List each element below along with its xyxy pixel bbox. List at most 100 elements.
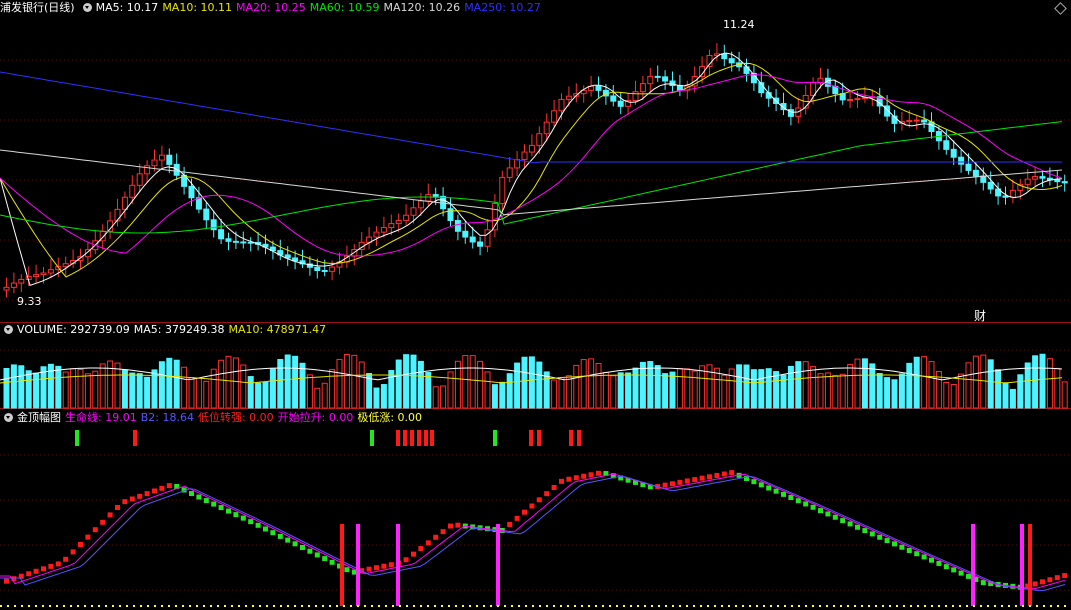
indicator-column: [544, 491, 550, 497]
indicator-column: [847, 521, 853, 527]
volume-bar: [765, 368, 772, 409]
candle-body: [499, 176, 506, 205]
indicator-column: [670, 481, 675, 487]
candle-body: [144, 165, 151, 175]
volume-bar: [684, 368, 691, 409]
indicator-column: [781, 491, 786, 497]
candle-body: [1024, 178, 1031, 185]
volume-bar: [995, 369, 1002, 409]
indicator-column: [855, 524, 860, 530]
candle-body: [380, 227, 387, 233]
volume-bar: [395, 359, 402, 409]
volume-bar: [625, 372, 632, 409]
signal-bar: [569, 430, 573, 446]
volume-bar: [795, 361, 802, 409]
volume-bar: [181, 366, 188, 409]
candle-body: [506, 167, 513, 178]
volume-bar: [839, 373, 846, 409]
volume-bar: [1017, 374, 1024, 409]
volume-bar: [869, 363, 876, 409]
indicator-column: [107, 512, 113, 518]
indicator-column: [536, 497, 542, 503]
ma20-line: [0, 74, 1063, 257]
volume-bar: [639, 361, 646, 409]
candle-body: [395, 219, 402, 225]
indicator-column: [514, 515, 520, 521]
volume-bar: [965, 362, 972, 409]
indicator-column: [218, 505, 224, 511]
candle-body: [18, 278, 25, 284]
volume-bar: [1009, 388, 1016, 409]
candle-body: [151, 159, 158, 167]
indicator-column: [411, 551, 416, 557]
volume-bar: [921, 356, 928, 409]
candle-body: [1054, 179, 1061, 183]
candle-body: [314, 266, 321, 271]
indicator-column: [1032, 581, 1038, 587]
signal-bar: [75, 430, 79, 446]
volume-bar: [824, 372, 831, 409]
indicator-column: [869, 531, 875, 537]
candle-body: [1039, 176, 1046, 179]
candle-body: [728, 58, 735, 64]
indicator-column: [1062, 573, 1068, 579]
volume-bar: [240, 364, 247, 409]
volume-bar: [1032, 355, 1039, 409]
candle-body: [950, 148, 957, 158]
candle-body: [373, 231, 380, 238]
indicator-column: [322, 556, 328, 562]
candle-body: [558, 98, 565, 112]
indicator-column: [729, 470, 735, 476]
volume-bar: [854, 358, 861, 409]
indicator-column: [189, 491, 194, 497]
indicator-column: [100, 519, 106, 525]
candle-body: [543, 121, 550, 135]
indicator-column: [773, 488, 779, 494]
volume-bar: [987, 359, 994, 409]
volume-bar: [617, 372, 624, 409]
indicator-column: [559, 478, 564, 484]
indicator-column: [877, 534, 883, 540]
indicator-column: [832, 514, 838, 520]
indicator-column: [388, 562, 394, 568]
volume-bar: [676, 368, 683, 409]
volume-bar: [1039, 353, 1046, 409]
volume-bar: [3, 368, 10, 409]
candle-body: [854, 98, 861, 101]
candle-body: [721, 53, 728, 60]
volume-bar: [321, 382, 328, 409]
volume-bar: [736, 364, 743, 409]
indicator-column: [936, 560, 942, 566]
indicator-column: [551, 485, 557, 490]
volume-bar: [980, 354, 987, 409]
indicator-column: [958, 570, 964, 576]
signal-bar: [417, 430, 421, 446]
volume-bar: [699, 365, 706, 409]
signal-pillar: [1020, 524, 1024, 606]
candle-body: [610, 95, 617, 102]
volume-bar: [484, 371, 491, 409]
signal-pillar: [340, 524, 344, 606]
indicator-column: [263, 526, 268, 532]
candle-body: [158, 154, 165, 161]
volume-bar: [602, 371, 609, 409]
indicator-column: [588, 472, 594, 478]
volume-bar: [77, 368, 84, 409]
volume-bar: [447, 371, 454, 409]
volume-bar: [129, 372, 136, 409]
candle-body: [654, 75, 661, 78]
indicator-column: [721, 471, 727, 477]
volume-bar: [810, 366, 817, 409]
indicator-column: [255, 522, 261, 528]
volume-bar: [573, 364, 580, 409]
indicator-column: [270, 530, 276, 536]
kline-chart[interactable]: [0, 0, 1071, 610]
candle-body: [410, 207, 417, 216]
candle-body: [528, 144, 535, 153]
signal-bar: [424, 430, 428, 446]
indicator-column: [115, 505, 120, 510]
indicator-column: [707, 474, 712, 480]
volume-bar: [358, 361, 365, 409]
candle-body: [136, 173, 143, 186]
indicator-column: [152, 488, 157, 494]
